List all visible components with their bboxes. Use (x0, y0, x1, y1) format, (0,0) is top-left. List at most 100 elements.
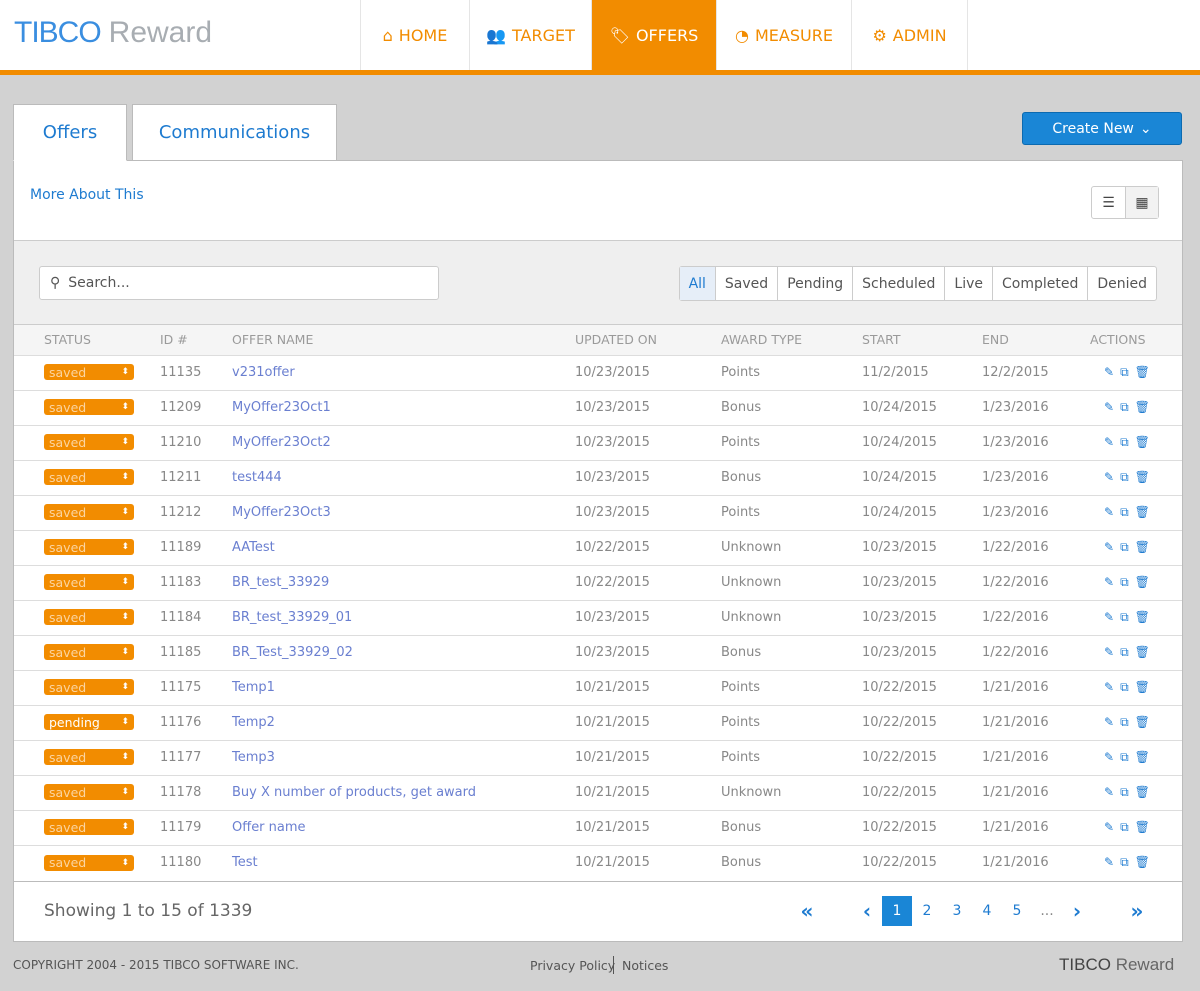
nav-home[interactable]: ⌂ HOME (360, 0, 469, 70)
edit-icon[interactable]: ✎ (1104, 645, 1120, 659)
edit-icon[interactable]: ✎ (1104, 540, 1120, 554)
edit-icon[interactable]: ✎ (1104, 855, 1120, 869)
last-page-button[interactable]: » (1122, 896, 1152, 926)
edit-icon[interactable]: ✎ (1104, 575, 1120, 589)
edit-icon[interactable]: ✎ (1104, 785, 1120, 799)
status-select[interactable]: saved ⬍ (44, 679, 134, 696)
offer-name-link[interactable]: BR_test_33929_01 (232, 599, 575, 635)
trash-icon[interactable]: 🗑 (1135, 680, 1156, 694)
status-select[interactable]: saved ⬍ (44, 434, 134, 451)
copy-icon[interactable]: ⧉ (1120, 645, 1135, 659)
offer-name-link[interactable]: Offer name (232, 809, 575, 845)
copy-icon[interactable]: ⧉ (1120, 610, 1135, 624)
col-offer-name[interactable]: OFFER NAME (232, 325, 575, 355)
page-5[interactable]: 5 (1002, 896, 1032, 926)
copy-icon[interactable]: ⧉ (1120, 750, 1135, 764)
trash-icon[interactable]: 🗑 (1135, 610, 1156, 624)
offer-name-link[interactable]: Buy X number of products, get award (232, 774, 575, 810)
page-3[interactable]: 3 (942, 896, 972, 926)
edit-icon[interactable]: ✎ (1104, 400, 1120, 414)
nav-admin[interactable]: ⚙ ADMIN (851, 0, 968, 70)
copy-icon[interactable]: ⧉ (1120, 505, 1135, 519)
search-input[interactable]: ⚲ Search... (39, 266, 439, 300)
status-select[interactable]: saved ⬍ (44, 609, 134, 626)
copy-icon[interactable]: ⧉ (1120, 820, 1135, 834)
status-select[interactable]: saved ⬍ (44, 819, 134, 836)
status-select[interactable]: saved ⬍ (44, 469, 134, 486)
offer-name-link[interactable]: Temp1 (232, 669, 575, 705)
edit-icon[interactable]: ✎ (1104, 610, 1120, 624)
page-1[interactable]: 1 (882, 896, 912, 926)
edit-icon[interactable]: ✎ (1104, 680, 1120, 694)
copy-icon[interactable]: ⧉ (1120, 400, 1135, 414)
trash-icon[interactable]: 🗑 (1135, 505, 1156, 519)
trash-icon[interactable]: 🗑 (1135, 540, 1156, 554)
trash-icon[interactable]: 🗑 (1135, 645, 1156, 659)
nav-target[interactable]: 👥 TARGET (469, 0, 591, 70)
edit-icon[interactable]: ✎ (1104, 505, 1120, 519)
nav-measure[interactable]: ◔ MEASURE (716, 0, 851, 70)
col-updated-on[interactable]: UPDATED ON (575, 325, 721, 355)
status-select[interactable]: saved ⬍ (44, 539, 134, 556)
edit-icon[interactable]: ✎ (1104, 365, 1120, 379)
col-end[interactable]: END (982, 325, 1090, 355)
status-select[interactable]: saved ⬍ (44, 644, 134, 661)
col-award-type[interactable]: AWARD TYPE (721, 325, 862, 355)
copy-icon[interactable]: ⧉ (1120, 785, 1135, 799)
trash-icon[interactable]: 🗑 (1135, 575, 1156, 589)
trash-icon[interactable]: 🗑 (1135, 400, 1156, 414)
trash-icon[interactable]: 🗑 (1135, 365, 1156, 379)
first-page-button[interactable]: « (792, 896, 822, 926)
col-id[interactable]: ID # (160, 325, 232, 355)
edit-icon[interactable]: ✎ (1104, 820, 1120, 834)
offer-name-link[interactable]: test444 (232, 459, 575, 495)
trash-icon[interactable]: 🗑 (1135, 820, 1156, 834)
status-select[interactable]: pending ⬍ (44, 714, 134, 731)
tab-offers[interactable]: Offers (13, 104, 127, 161)
copy-icon[interactable]: ⧉ (1120, 680, 1135, 694)
page-2[interactable]: 2 (912, 896, 942, 926)
next-page-button[interactable]: › (1062, 896, 1092, 926)
notices-link[interactable]: Notices (613, 956, 668, 974)
edit-icon[interactable]: ✎ (1104, 435, 1120, 449)
filter-pending[interactable]: Pending (777, 267, 852, 300)
copy-icon[interactable]: ⧉ (1120, 855, 1135, 869)
copy-icon[interactable]: ⧉ (1120, 540, 1135, 554)
status-select[interactable]: saved ⬍ (44, 854, 134, 871)
filter-denied[interactable]: Denied (1087, 267, 1156, 300)
offer-name-link[interactable]: Temp3 (232, 739, 575, 775)
nav-offers[interactable]: 🏷 OFFERS (591, 0, 716, 70)
prev-page-button[interactable]: ‹ (852, 896, 882, 926)
offer-name-link[interactable]: BR_test_33929 (232, 564, 575, 600)
copy-icon[interactable]: ⧉ (1120, 470, 1135, 484)
filter-all[interactable]: All (679, 267, 715, 300)
create-new-button[interactable]: Create New ⌄ (1022, 112, 1182, 145)
copy-icon[interactable]: ⧉ (1120, 435, 1135, 449)
offer-name-link[interactable]: BR_Test_33929_02 (232, 634, 575, 670)
copy-icon[interactable]: ⧉ (1120, 365, 1135, 379)
filter-scheduled[interactable]: Scheduled (852, 267, 944, 300)
status-select[interactable]: saved ⬍ (44, 504, 134, 521)
offer-name-link[interactable]: MyOffer23Oct2 (232, 424, 575, 460)
offer-name-link[interactable]: Temp2 (232, 704, 575, 740)
filter-saved[interactable]: Saved (714, 267, 777, 300)
status-select[interactable]: saved ⬍ (44, 749, 134, 766)
offer-name-link[interactable]: v231offer (232, 354, 575, 390)
trash-icon[interactable]: 🗑 (1135, 785, 1156, 799)
trash-icon[interactable]: 🗑 (1135, 715, 1156, 729)
trash-icon[interactable]: 🗑 (1135, 435, 1156, 449)
more-about-link[interactable]: More About This (30, 187, 144, 203)
edit-icon[interactable]: ✎ (1104, 470, 1120, 484)
edit-icon[interactable]: ✎ (1104, 715, 1120, 729)
col-status[interactable]: STATUS (14, 325, 160, 355)
filter-live[interactable]: Live (944, 267, 992, 300)
status-select[interactable]: saved ⬍ (44, 574, 134, 591)
offer-name-link[interactable]: MyOffer23Oct3 (232, 494, 575, 530)
offer-name-link[interactable]: AATest (232, 529, 575, 565)
offer-name-link[interactable]: MyOffer23Oct1 (232, 389, 575, 425)
privacy-policy-link[interactable]: Privacy Policy (530, 958, 615, 973)
offer-name-link[interactable]: Test (232, 844, 575, 880)
status-select[interactable]: saved ⬍ (44, 364, 134, 381)
tab-communications[interactable]: Communications (132, 104, 337, 161)
status-select[interactable]: saved ⬍ (44, 399, 134, 416)
